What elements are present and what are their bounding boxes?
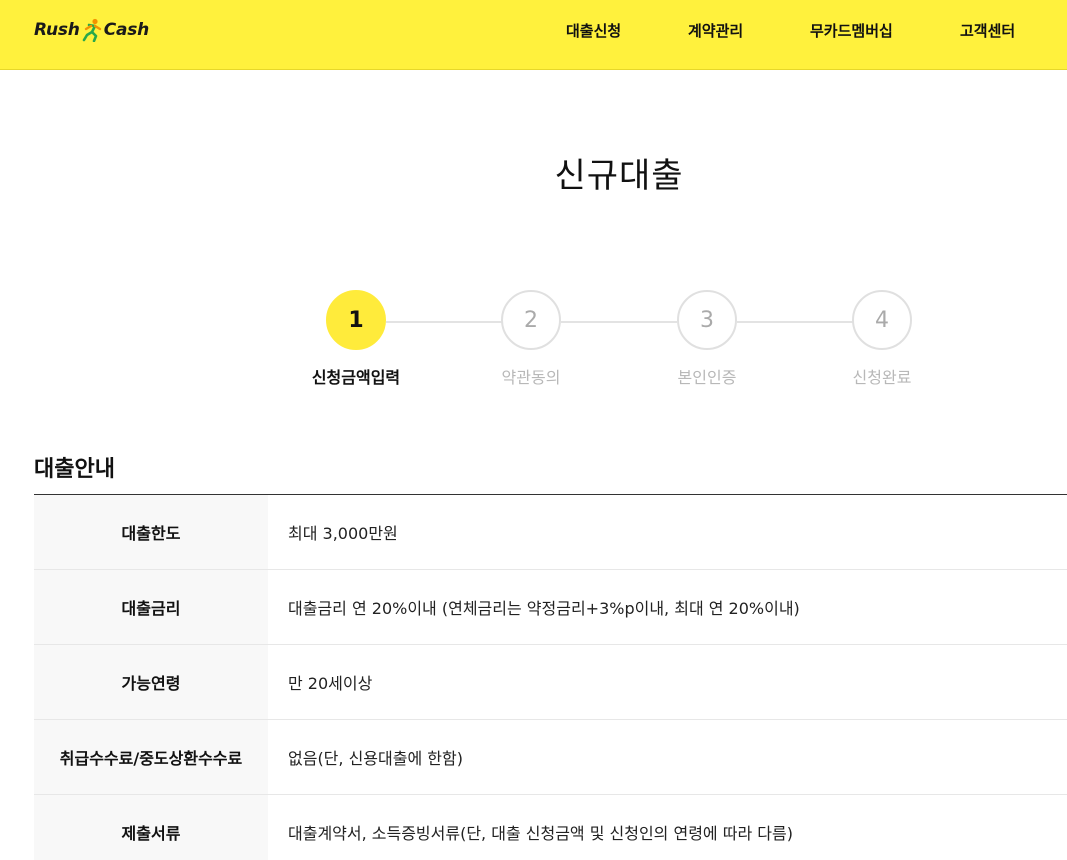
nav-loan-apply[interactable]: 대출신청	[566, 20, 621, 41]
table-row: 제출서류 대출계약서, 소득증빙서류(단, 대출 신청금액 및 신청인의 연령에…	[34, 795, 1067, 860]
row-header: 가능연령	[34, 645, 268, 719]
row-header: 제출서류	[34, 795, 268, 860]
nav-contract-manage[interactable]: 계약관리	[688, 20, 743, 41]
row-header: 취급수수료/중도상환수수료	[34, 720, 268, 794]
loan-info-table: 대출한도 최대 3,000만원 대출금리 대출금리 연 20%이내 (연체금리는…	[34, 494, 1067, 860]
table-row: 취급수수료/중도상환수수료 없음(단, 신용대출에 한함)	[34, 720, 1067, 795]
section-title: 대출안내	[34, 457, 115, 482]
step-4-circle: 4	[852, 290, 912, 350]
table-row: 대출금리 대출금리 연 20%이내 (연체금리는 약정금리+3%p이내, 최대 …	[34, 570, 1067, 645]
logo-text-cash: Cash	[103, 20, 150, 40]
brand-logo[interactable]: Rush Cash	[34, 17, 149, 43]
row-header: 대출한도	[34, 495, 268, 569]
step-1-label: 신청금액입력	[311, 368, 401, 387]
row-value: 대출계약서, 소득증빙서류(단, 대출 신청금액 및 신청인의 연령에 따라 다…	[288, 824, 793, 843]
nav-customer-center[interactable]: 고객센터	[960, 20, 1015, 41]
step-connector	[561, 321, 677, 323]
row-value: 만 20세이상	[288, 674, 373, 693]
row-header: 대출금리	[34, 570, 268, 644]
row-value: 없음(단, 신용대출에 한함)	[288, 749, 463, 768]
step-connector	[386, 321, 502, 323]
row-value: 대출금리 연 20%이내 (연체금리는 약정금리+3%p이내, 최대 연 20%…	[288, 599, 800, 618]
step-2-circle: 2	[501, 290, 561, 350]
step-connector	[737, 321, 853, 323]
step-1-circle: 1	[326, 290, 386, 350]
step-4-label: 신청완료	[852, 368, 912, 387]
table-row: 대출한도 최대 3,000만원	[34, 495, 1067, 570]
row-value: 최대 3,000만원	[288, 524, 398, 543]
nav-cardless-membership[interactable]: 무카드멤버십	[810, 20, 893, 41]
table-row: 가능연령 만 20세이상	[34, 645, 1067, 720]
step-3-circle: 3	[677, 290, 737, 350]
step-3-label: 본인인증	[677, 368, 737, 387]
runner-icon	[82, 18, 102, 42]
logo-text-rush: Rush	[34, 20, 80, 40]
top-header: Rush Cash 대출신청 계약관리 무카드멤버십 고객센터	[0, 0, 1067, 70]
step-2-label: 약관동의	[501, 368, 561, 387]
page-title: 신규대출	[554, 156, 684, 196]
